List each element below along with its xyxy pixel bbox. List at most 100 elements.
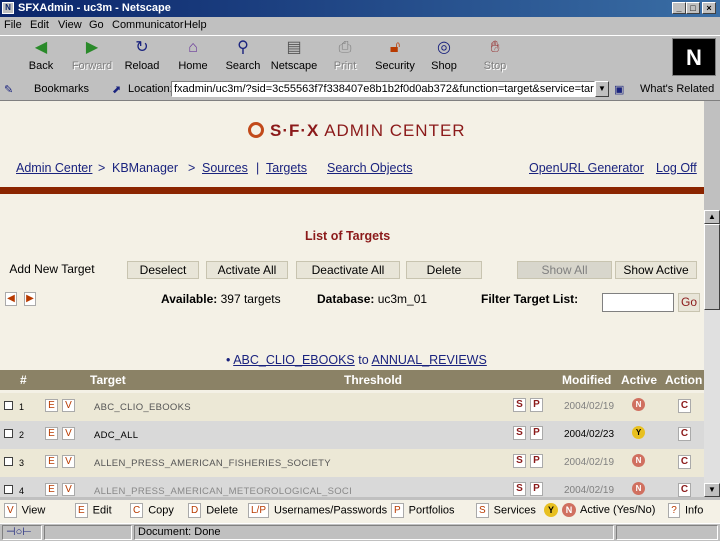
legend-info: ? Info bbox=[668, 503, 703, 518]
security-button[interactable]: 🔓︎ Security bbox=[370, 38, 420, 78]
column-header-threshold: Threshold bbox=[344, 373, 403, 387]
window-title: SFXAdmin - uc3m - Netscape bbox=[18, 2, 171, 14]
netscape-button[interactable]: ▤ Netscape bbox=[269, 38, 319, 78]
show-all-button[interactable]: Show All bbox=[517, 261, 612, 279]
add-new-target-button[interactable]: Add New Target bbox=[2, 261, 102, 279]
shop-button[interactable]: ◎ Shop bbox=[419, 38, 469, 78]
menu-help[interactable]: Help bbox=[184, 19, 207, 31]
edit-icon[interactable]: E bbox=[45, 399, 58, 412]
nav-targets[interactable]: Targets bbox=[266, 161, 307, 175]
close-button[interactable]: × bbox=[702, 2, 716, 14]
minimize-button[interactable]: _ bbox=[672, 2, 686, 14]
target-name[interactable]: ADC_ALL bbox=[94, 430, 138, 441]
column-header-modified[interactable]: Modified bbox=[562, 373, 611, 387]
search-button[interactable]: ⚲ Search bbox=[218, 38, 268, 78]
table-row: 2 E V ADC_ALL S P 2004/02/23 Y C bbox=[0, 421, 704, 449]
copy-icon[interactable]: C bbox=[678, 427, 691, 441]
copy-icon[interactable]: C bbox=[678, 455, 691, 469]
column-header-target[interactable]: Target bbox=[90, 373, 126, 387]
menu-view[interactable]: View bbox=[58, 19, 82, 31]
services-icon[interactable]: S bbox=[513, 426, 526, 440]
menu-go[interactable]: Go bbox=[89, 19, 104, 31]
whats-related-button[interactable]: What's Related bbox=[640, 83, 714, 95]
status-text: Document: Done bbox=[134, 525, 614, 540]
target-name[interactable]: ALLEN_PRESS_AMERICAN_FISHERIES_SOCIETY bbox=[94, 458, 331, 469]
forward-button[interactable]: ▶ Forward bbox=[67, 38, 117, 78]
reload-icon: ↻ bbox=[135, 39, 149, 56]
column-header-active[interactable]: Active bbox=[621, 373, 657, 387]
legend-services: S Services bbox=[476, 503, 536, 518]
inactive-status-icon[interactable]: N bbox=[632, 454, 645, 467]
services-icon[interactable]: S bbox=[513, 454, 526, 468]
nav-search-objects[interactable]: Search Objects bbox=[327, 161, 412, 175]
portfolios-icon[interactable]: P bbox=[530, 482, 543, 496]
activate-all-button[interactable]: Activate All bbox=[206, 261, 288, 279]
scroll-thumb[interactable] bbox=[704, 224, 720, 310]
nav-openurl-generator[interactable]: OpenURL Generator bbox=[529, 161, 644, 175]
delete-button[interactable]: Delete bbox=[406, 261, 482, 279]
header-divider bbox=[0, 187, 704, 194]
nav-separator: > bbox=[98, 161, 106, 175]
row-checkbox[interactable] bbox=[4, 429, 13, 438]
back-button[interactable]: ◀ Back bbox=[16, 38, 66, 78]
row-checkbox[interactable] bbox=[4, 401, 13, 410]
services-icon[interactable]: S bbox=[513, 482, 526, 496]
deselect-button[interactable]: Deselect bbox=[127, 261, 199, 279]
lock-icon: 🔓︎ bbox=[389, 39, 401, 56]
portfolios-icon[interactable]: P bbox=[530, 454, 543, 468]
edit-icon[interactable]: E bbox=[45, 455, 58, 468]
inactive-status-icon[interactable]: N bbox=[632, 398, 645, 411]
range-to-link[interactable]: ANNUAL_REVIEWS bbox=[371, 353, 486, 367]
menu-communicator[interactable]: Communicator bbox=[112, 19, 184, 31]
url-input[interactable]: fxadmin/uc3m/?sid=3c55563f7f338407e8b1b2… bbox=[171, 81, 595, 97]
edit-icon[interactable]: E bbox=[45, 483, 58, 496]
url-dropdown-icon[interactable]: ▼ bbox=[595, 81, 609, 97]
home-button[interactable]: ⌂ Home bbox=[168, 38, 218, 78]
stop-button[interactable]: ✋︎ Stop bbox=[470, 38, 520, 78]
deactivate-all-button[interactable]: Deactivate All bbox=[296, 261, 400, 279]
modified-date: 2004/02/23 bbox=[564, 429, 615, 440]
view-icon[interactable]: V bbox=[62, 399, 75, 412]
view-icon[interactable]: V bbox=[62, 483, 75, 496]
nav-log-off[interactable]: Log Off bbox=[656, 161, 697, 175]
legend-edit: E Edit bbox=[75, 503, 112, 518]
row-checkbox[interactable] bbox=[4, 457, 13, 466]
reload-button[interactable]: ↻ Reload bbox=[117, 38, 167, 78]
table-row: 3 E V ALLEN_PRESS_AMERICAN_FISHERIES_SOC… bbox=[0, 449, 704, 477]
next-page-icon[interactable]: ▶ bbox=[24, 292, 36, 306]
scroll-up-icon[interactable]: ▲ bbox=[704, 210, 720, 224]
menu-edit[interactable]: Edit bbox=[30, 19, 49, 31]
view-icon[interactable]: V bbox=[62, 455, 75, 468]
show-active-button[interactable]: Show Active bbox=[615, 261, 697, 279]
inactive-status-icon[interactable]: N bbox=[632, 482, 645, 495]
copy-icon[interactable]: C bbox=[678, 399, 691, 413]
previous-page-icon[interactable]: ◀ bbox=[5, 292, 17, 306]
filter-label: Filter Target List: bbox=[481, 292, 579, 306]
range-from-link[interactable]: ABC_CLIO_EBOOKS bbox=[233, 353, 355, 367]
maximize-button[interactable]: □ bbox=[686, 2, 700, 14]
go-button[interactable]: Go bbox=[678, 293, 700, 312]
services-icon[interactable]: S bbox=[513, 398, 526, 412]
nav-sources[interactable]: Sources bbox=[202, 161, 248, 175]
location-icon: ⬈ bbox=[112, 84, 122, 96]
bookmarks-button[interactable]: Bookmarks bbox=[34, 83, 89, 95]
vertical-scrollbar[interactable]: ▲ ▼ bbox=[704, 210, 720, 497]
menu-file[interactable]: File bbox=[4, 19, 22, 31]
legend-portfolios: P Portfolios bbox=[391, 503, 455, 518]
active-status-icon[interactable]: Y bbox=[632, 426, 645, 439]
scroll-down-icon[interactable]: ▼ bbox=[704, 483, 720, 497]
filter-input[interactable] bbox=[602, 293, 674, 312]
print-button[interactable]: ⎙ Print bbox=[320, 38, 370, 78]
target-name[interactable]: ABC_CLIO_EBOOKS bbox=[94, 402, 191, 413]
nav-kbmanager: KBManager bbox=[112, 161, 179, 175]
row-checkbox[interactable] bbox=[4, 485, 13, 494]
target-name[interactable]: ALLEN_PRESS_AMERICAN_METEOROLOGICAL_SOCI bbox=[94, 486, 352, 497]
copy-icon[interactable]: C bbox=[678, 483, 691, 497]
nav-admin-center[interactable]: Admin Center bbox=[16, 161, 92, 175]
copy-icon: C bbox=[130, 503, 144, 518]
view-icon[interactable]: V bbox=[62, 427, 75, 440]
edit-icon[interactable]: E bbox=[45, 427, 58, 440]
portfolios-icon[interactable]: P bbox=[530, 426, 543, 440]
portfolios-icon[interactable]: P bbox=[530, 398, 543, 412]
delete-icon: D bbox=[188, 503, 202, 518]
